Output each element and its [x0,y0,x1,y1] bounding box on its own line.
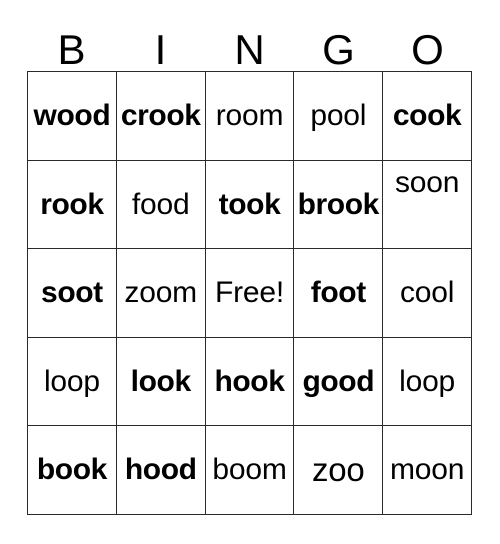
bingo-header-column-b: B [27,21,116,71]
bingo-cell[interactable]: loop [28,337,117,427]
bingo-cell[interactable]: food [116,160,206,250]
bingo-cell[interactable]: pool [294,72,384,161]
bingo-cell-label: crook [120,99,201,133]
bingo-cell-label: cook [392,99,462,133]
bingo-cell-label: room [215,99,284,133]
bingo-cell-label: hood [124,453,197,487]
bingo-cell-label: zoo [311,450,365,488]
bingo-cell-label: loop [399,364,456,398]
bingo-cell[interactable]: zoom [116,249,206,338]
bingo-free-space-label: Free! [214,276,284,310]
bingo-header-letter: B [57,26,86,73]
bingo-cell[interactable]: wood [28,72,117,161]
bingo-cell-label: boom [212,453,287,487]
bingo-cell-label: foot [310,276,366,310]
bingo-cell[interactable]: took [205,160,295,250]
bingo-cell-label: pool [310,99,367,133]
bingo-cell-label: soot [41,276,103,310]
bingo-cell-label: hook [214,364,285,398]
bingo-cell[interactable]: book [28,426,117,515]
bingo-cell-label: cool [399,276,455,310]
bingo-header-letter: O [411,26,444,73]
bingo-cell-label: soon [394,165,460,199]
bingo-cell-label: good [302,364,375,398]
bingo-cell[interactable]: cool [383,249,472,338]
bingo-cell[interactable]: crook [116,72,206,161]
bingo-cell-label: book [36,453,107,487]
bingo-cell-label: loop [43,364,100,398]
bingo-header-letter: G [322,26,355,73]
bingo-cell-label: zoom [124,276,197,310]
bingo-header-column-g: G [294,21,383,71]
bingo-cell[interactable]: good [294,337,384,427]
bingo-cell-label: moon [389,453,465,487]
bingo-cell[interactable]: soon [383,160,472,250]
bingo-cell[interactable]: brook [294,160,384,250]
bingo-cell-label: took [218,187,281,221]
bingo-cell-label: look [130,364,191,398]
bingo-cell-label: wood [33,99,111,133]
bingo-cell[interactable]: room [205,72,295,161]
bingo-cell[interactable]: hood [116,426,206,515]
bingo-header-column-n: N [205,21,294,71]
bingo-card: B I N G O wood crook room pool cook rook… [0,0,500,544]
bingo-header-column-i: I [116,21,205,71]
bingo-cell[interactable]: zoo [294,426,384,515]
bingo-cell[interactable]: hook [205,337,295,427]
bingo-cell[interactable]: loop [383,337,472,427]
bingo-cell[interactable]: foot [294,249,384,338]
bingo-cell[interactable]: boom [205,426,295,515]
bingo-cell[interactable]: rook [28,160,117,250]
bingo-cell-label: food [131,187,190,221]
bingo-grid: wood crook room pool cook rook food took… [27,71,472,515]
bingo-header-letter: N [234,26,265,73]
bingo-cell[interactable]: look [116,337,206,427]
bingo-header-letter: I [154,26,167,73]
bingo-cell[interactable]: moon [383,426,472,515]
bingo-cell[interactable]: soot [28,249,117,338]
bingo-cell[interactable]: cook [383,72,472,161]
bingo-header-column-o: O [383,21,472,71]
bingo-header-row: B I N G O [27,21,472,71]
bingo-cell-free-space[interactable]: Free! [205,249,295,338]
bingo-cell-label: brook [297,187,380,221]
bingo-cell-label: rook [40,187,104,221]
